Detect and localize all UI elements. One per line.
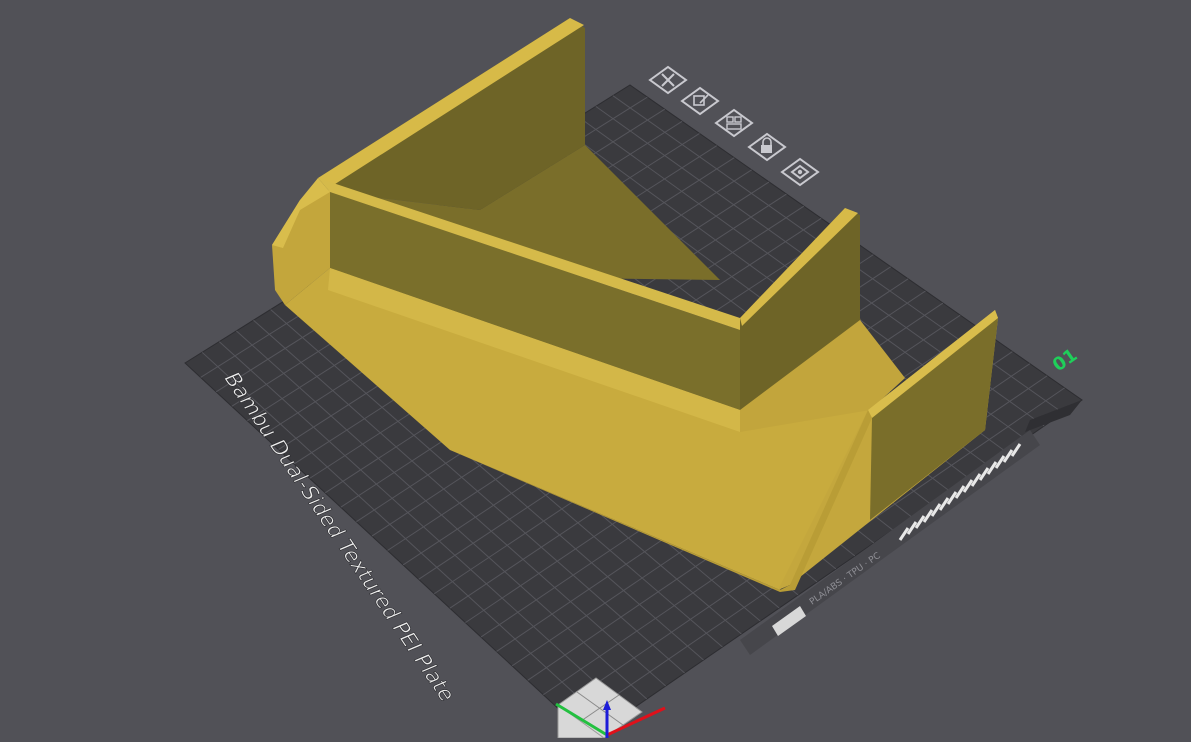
edit-plate-icon[interactable]: Edit plate — [680, 86, 720, 116]
lock-icon[interactable]: Lock — [747, 132, 787, 162]
plate-index-label: 01 — [1049, 345, 1082, 377]
arrange-icon[interactable]: Arrange — [714, 108, 754, 138]
close-icon[interactable]: Remove plate — [648, 65, 688, 95]
settings-icon[interactable]: Plate settings — [780, 157, 820, 187]
3d-viewport[interactable]: PLA/ABS · TPU · PC Bambu Dual-Sided Text… — [0, 0, 1191, 739]
scene-canvas[interactable]: PLA/ABS · TPU · PC Bambu Dual-Sided Text… — [0, 0, 1191, 739]
